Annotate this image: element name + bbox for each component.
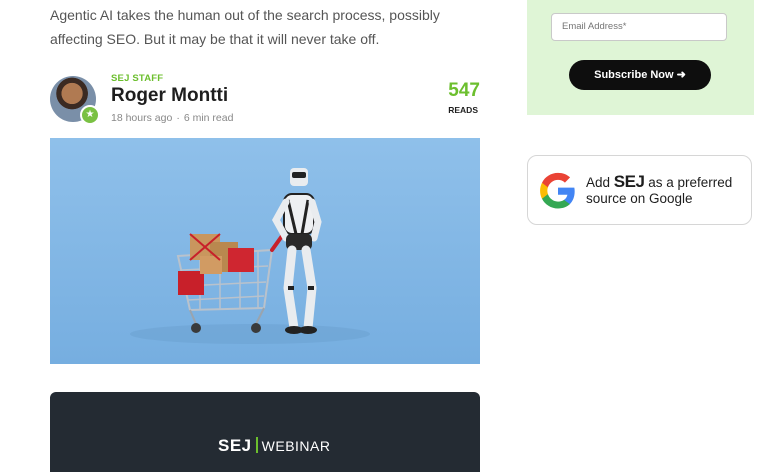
article-intro: Agentic AI takes the human out of the se… <box>50 7 440 47</box>
google-card-line1: Add SEJ as a preferred <box>586 172 732 192</box>
author-name[interactable]: Roger Montti <box>111 85 228 107</box>
webinar-divider <box>255 437 258 453</box>
read-time: 6 min read <box>183 112 234 124</box>
author-tag: SEJ STAFF <box>111 73 164 84</box>
google-preferred-source-card[interactable]: Add SEJ as a preferred source on Google <box>527 155 752 225</box>
article-meta: 18 hours ago · 6 min read <box>111 112 233 124</box>
webinar-logo: SEJ WEBINAR <box>218 436 330 456</box>
email-input[interactable] <box>551 13 727 41</box>
google-card-brand: SEJ <box>613 172 645 191</box>
newsletter-signup: Subscribe Now ➜ <box>527 0 754 115</box>
time-ago: 18 hours ago <box>111 112 173 124</box>
webinar-brand: SEJ <box>218 436 252 455</box>
webinar-label: WEBINAR <box>261 438 331 454</box>
google-card-prefix: Add <box>586 175 611 190</box>
google-card-suffix: as a preferred <box>648 175 733 190</box>
reads-count: 547 <box>448 80 480 101</box>
webinar-banner[interactable]: SEJ WEBINAR <box>50 392 480 472</box>
hero-image <box>50 138 480 364</box>
staff-star-icon: ★ <box>80 105 100 125</box>
author-block: ★ SEJ STAFF Roger Montti 18 hours ago · 6 … <box>50 73 480 125</box>
google-g-icon <box>540 172 575 209</box>
meta-separator: · <box>176 112 180 124</box>
subscribe-button[interactable]: Subscribe Now ➜ <box>569 60 711 90</box>
reads-label: READS <box>448 105 478 115</box>
google-card-line2: source on Google <box>586 191 693 206</box>
robot-shopping-cart-illustration <box>130 168 370 344</box>
